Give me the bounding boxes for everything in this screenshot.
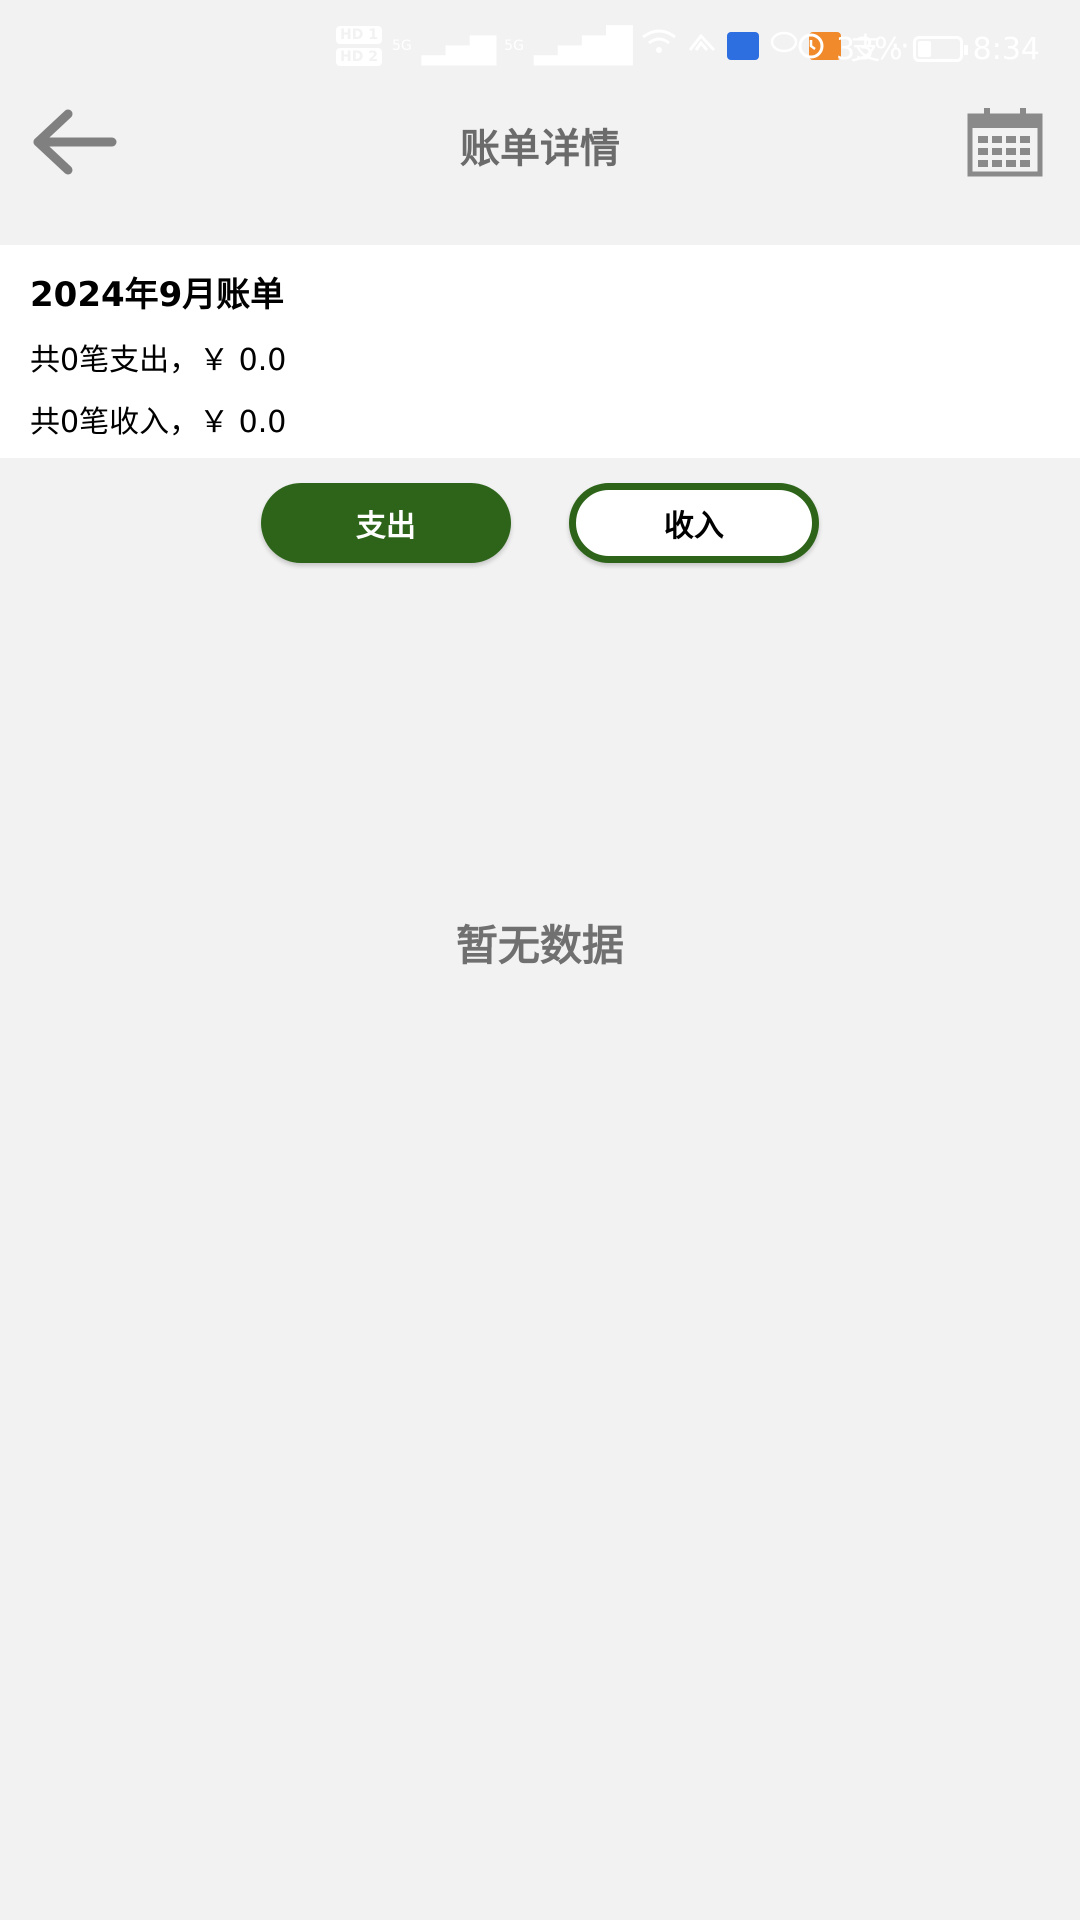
sim1-network-label: 5G: [391, 38, 412, 54]
expense-tab-button[interactable]: 支出: [261, 483, 511, 563]
app-bar: 账单详情: [0, 100, 1080, 240]
battery-icon: [912, 36, 968, 62]
clock: 8:34: [972, 31, 1040, 67]
bill-summary-card: 2024年9月账单 共0笔支出，￥ 0.0 共0笔收入，￥ 0.0: [0, 245, 1080, 458]
hd1-badge: HD 1: [336, 26, 382, 44]
status-bar: HD 1 HD 2 5G ▂▄▆ 5G ▂▄▆█ 支 ··· 33% 8:34: [0, 0, 1080, 100]
calendar-icon: [967, 108, 1043, 177]
battery-percent: 33%: [835, 31, 903, 67]
hotspot-icon: [687, 29, 717, 64]
signal-1-icon: ▂▄▆: [421, 26, 496, 66]
app-notification-icon: [726, 32, 759, 60]
wifi-icon: [641, 28, 677, 64]
calendar-button[interactable]: [966, 106, 1044, 178]
income-tab-button[interactable]: 收入: [569, 483, 819, 563]
bill-month-title: 2024年9月账单: [30, 275, 285, 315]
hd2-badge: HD 2: [336, 48, 382, 66]
expense-summary: 共0笔支出，￥ 0.0: [30, 343, 287, 378]
battery-fill: [917, 41, 931, 57]
status-bar-right: 33% 8:34: [796, 30, 1040, 68]
page-title: 账单详情: [460, 126, 620, 172]
alarm-icon: [796, 30, 826, 68]
chat-icon: [769, 29, 799, 64]
sim2-network-label: 5G: [504, 38, 524, 54]
empty-state-text: 暂无数据: [455, 921, 624, 970]
income-summary: 共0笔收入，￥ 0.0: [30, 405, 287, 440]
signal-2-icon: ▂▄▆█: [533, 26, 633, 66]
hd-indicators: HD 1 HD 2: [336, 26, 382, 66]
